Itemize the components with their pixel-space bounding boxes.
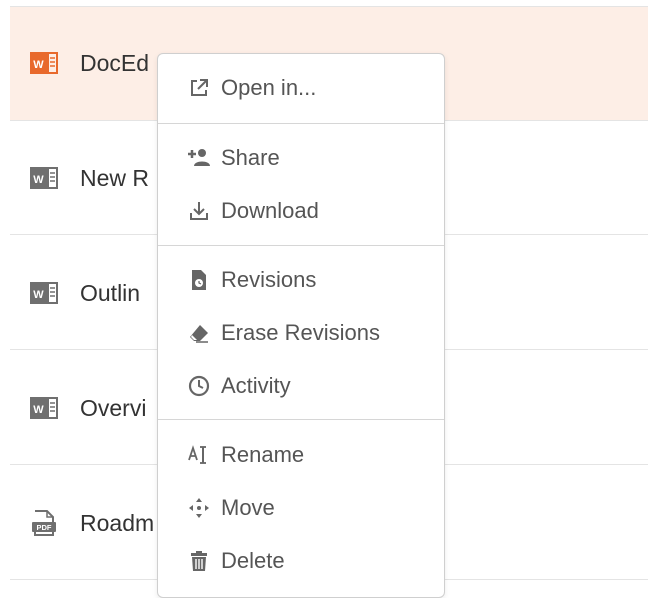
menu-item-move[interactable]: Move	[158, 486, 444, 530]
menu-item-label: Activity	[221, 373, 291, 398]
menu-item-delete[interactable]: Delete	[158, 539, 444, 583]
menu-item-label: Download	[221, 198, 319, 223]
svg-text:W: W	[33, 289, 44, 301]
menu-separator	[158, 245, 444, 246]
svg-text:W: W	[33, 404, 44, 416]
menu-item-open-in[interactable]: Open in...	[158, 66, 444, 110]
menu-item-label: Open in...	[221, 75, 317, 100]
file-name[interactable]: New R	[80, 165, 149, 192]
menu-separator	[158, 419, 444, 420]
file-name[interactable]: Outlin	[80, 280, 140, 307]
clock-icon	[188, 375, 210, 397]
word-document-icon: W	[30, 52, 58, 74]
menu-item-download[interactable]: Download	[158, 189, 444, 233]
menu-item-label: Rename	[221, 442, 305, 467]
move-arrows-icon	[189, 498, 209, 518]
svg-text:W: W	[33, 59, 44, 71]
menu-item-revisions[interactable]: Revisions	[158, 258, 444, 302]
text-cursor-icon	[188, 445, 206, 464]
file-name[interactable]: DocEd	[80, 50, 149, 77]
menu-item-label: Delete	[221, 548, 285, 573]
eraser-icon	[190, 325, 208, 343]
menu-item-activity[interactable]: Activity	[158, 364, 444, 408]
menu-item-label: Erase Revisions	[221, 320, 380, 345]
word-document-icon: W	[30, 282, 58, 304]
external-link-icon	[191, 79, 208, 96]
menu-separator	[158, 123, 444, 124]
context-menu: Open in... Share Download Revisions Eras…	[157, 53, 445, 598]
menu-item-label: Share	[221, 145, 280, 170]
add-user-icon	[188, 149, 210, 166]
file-history-icon	[192, 270, 206, 290]
menu-item-erase-revisions[interactable]: Erase Revisions	[158, 311, 444, 355]
menu-item-rename[interactable]: Rename	[158, 433, 444, 477]
svg-text:W: W	[33, 174, 44, 186]
pdf-document-icon: PDF	[32, 510, 56, 536]
download-icon	[190, 202, 208, 220]
trash-icon	[191, 551, 207, 571]
file-name[interactable]: Roadm	[80, 510, 154, 537]
menu-item-label: Move	[221, 495, 275, 520]
file-name[interactable]: Overvi	[80, 395, 146, 422]
svg-text:PDF: PDF	[37, 523, 52, 532]
word-document-icon: W	[30, 397, 58, 419]
menu-item-share[interactable]: Share	[158, 136, 444, 180]
menu-item-label: Revisions	[221, 267, 317, 292]
word-document-icon: W	[30, 167, 58, 189]
